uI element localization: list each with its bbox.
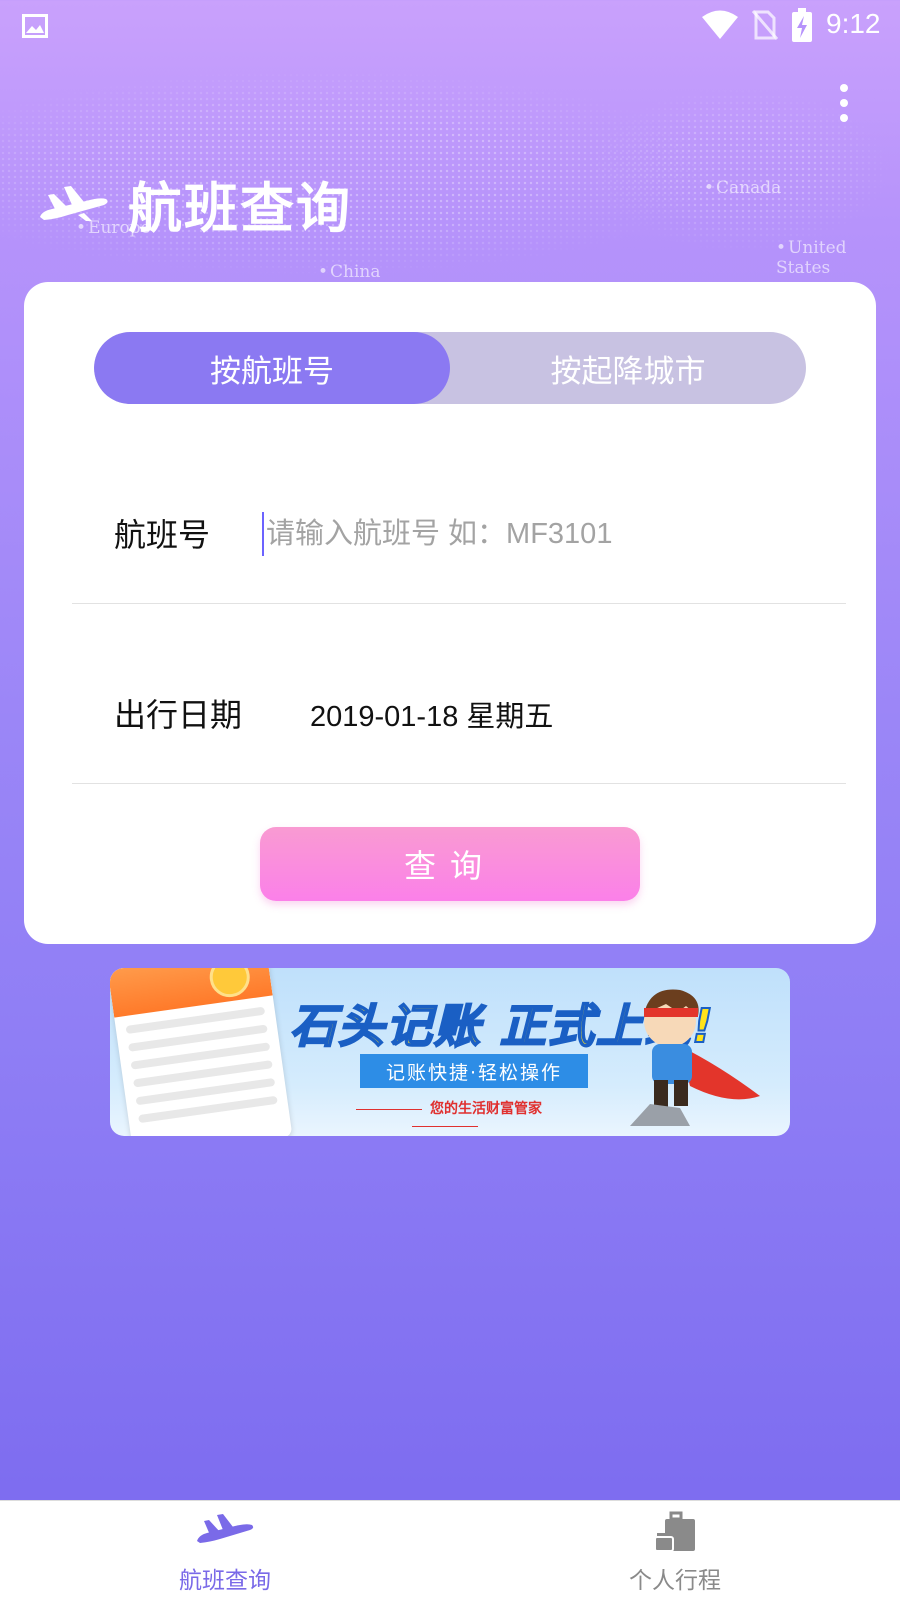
- nav-flight-search[interactable]: 航班查询: [0, 1501, 450, 1600]
- page-header: 航班查询: [38, 168, 352, 240]
- map-label-china: China: [318, 262, 380, 282]
- tab-by-flight-number[interactable]: 按航班号: [94, 332, 450, 404]
- status-bar: 9:12: [0, 0, 900, 50]
- banner-ribbon: 记账快捷·轻松操作: [360, 1054, 588, 1088]
- tab-by-city[interactable]: 按起降城市: [450, 332, 806, 404]
- query-button[interactable]: 查询: [260, 827, 640, 901]
- flight-number-input[interactable]: [262, 512, 782, 556]
- map-label-canada: Canada: [704, 178, 781, 198]
- luggage-icon: [654, 1511, 695, 1552]
- flight-number-label: 航班号: [114, 516, 211, 554]
- image-notification-icon: [22, 14, 48, 38]
- travel-date-label: 出行日期: [114, 696, 243, 734]
- map-label-united-states: United States: [776, 238, 900, 278]
- travel-date-value[interactable]: 2019-01-18 星期五: [310, 693, 553, 735]
- status-time: 9:12: [826, 8, 881, 39]
- plane-icon: [197, 1514, 254, 1543]
- wifi-icon: [702, 10, 738, 39]
- search-mode-tabs: 按航班号 按起降城市: [94, 332, 806, 404]
- nav-my-itinerary-label: 个人行程: [629, 1568, 721, 1594]
- no-sim-icon: [752, 10, 778, 40]
- plane-icon: [40, 186, 108, 221]
- battery-charging-icon: [792, 8, 812, 42]
- bottom-navigation: 航班查询 个人行程: [0, 1500, 900, 1600]
- search-card: 按航班号 按起降城市 航班号 出行日期 2019-01-18 星期五 查询: [24, 282, 876, 944]
- banner-phone-illustration: [110, 968, 293, 1136]
- banner-hero-illustration: [630, 989, 760, 1126]
- page-title: 航班查询: [128, 176, 352, 240]
- banner-slogan: 您的生活财富管家: [310, 1098, 580, 1134]
- ad-banner[interactable]: 石头记账 正式上线! 记账快捷·轻松操作 您的生活财富管家: [110, 968, 790, 1136]
- nav-my-itinerary[interactable]: 个人行程: [450, 1501, 900, 1600]
- travel-date-row[interactable]: 出行日期 2019-01-18 星期五: [72, 604, 846, 784]
- more-options-icon[interactable]: [832, 84, 856, 128]
- nav-flight-search-label: 航班查询: [179, 1568, 271, 1594]
